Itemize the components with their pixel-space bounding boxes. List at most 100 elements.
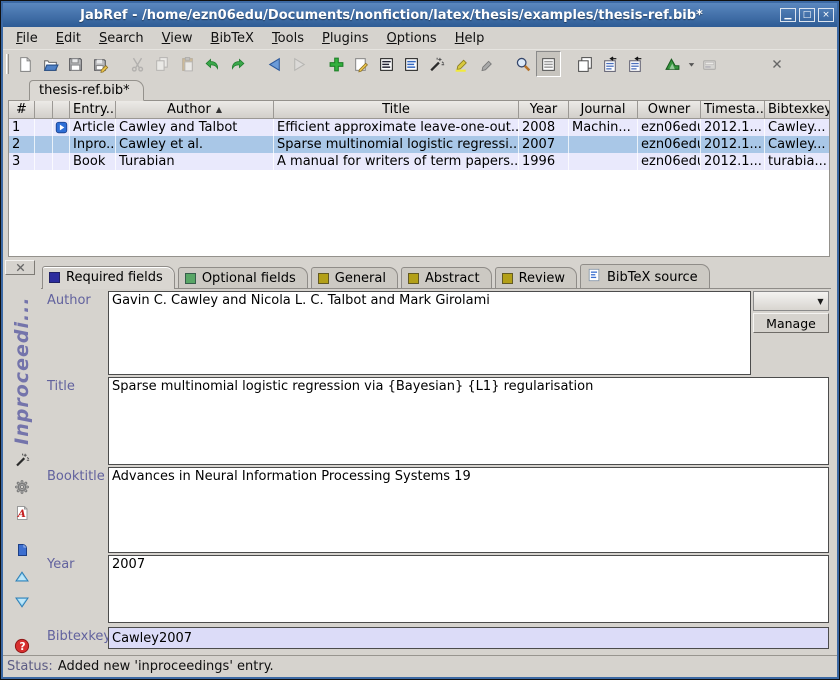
table-cell[interactable]: Turabian xyxy=(116,153,274,170)
author-field[interactable] xyxy=(108,291,751,375)
menu-item-file[interactable]: File xyxy=(7,29,47,48)
table-cell[interactable] xyxy=(569,136,638,153)
table-cell[interactable] xyxy=(35,153,53,170)
search-button[interactable] xyxy=(511,51,536,77)
tab-review[interactable]: Review xyxy=(495,267,577,289)
minimize-button[interactable]: ▁ xyxy=(780,8,796,22)
table-row[interactable]: 2Inpro...Cawley et al.Sparse multinomial… xyxy=(9,136,829,153)
table-cell[interactable]: Book xyxy=(70,153,116,170)
table-cell[interactable]: Efficient approximate leave-one-out... xyxy=(274,119,519,136)
table-cell[interactable] xyxy=(53,136,70,153)
table-cell[interactable]: ezn06edu xyxy=(638,119,701,136)
menu-item-plugins[interactable]: Plugins xyxy=(313,29,378,48)
duplicate-entry-button[interactable] xyxy=(573,51,598,77)
unmark-entries-button[interactable] xyxy=(474,51,499,77)
tab-bibtex-source[interactable]: BibTeX source xyxy=(580,264,710,289)
column-header-entry[interactable]: Entry... xyxy=(70,101,116,119)
column-header-title[interactable]: Title xyxy=(274,101,519,119)
redo-button[interactable] xyxy=(225,51,250,77)
push-to-application-button[interactable] xyxy=(697,51,722,77)
table-cell[interactable] xyxy=(53,153,70,170)
menu-item-bibtex[interactable]: BibTeX xyxy=(202,29,263,48)
table-cell[interactable]: Cawley... xyxy=(765,136,830,153)
author-options-dropdown[interactable]: ▼ xyxy=(753,291,829,311)
table-cell[interactable]: 2007 xyxy=(519,136,569,153)
column-header-author[interactable]: Author▲ xyxy=(116,101,274,119)
save-database-button[interactable] xyxy=(63,51,88,77)
table-cell[interactable] xyxy=(569,153,638,170)
maximize-button[interactable]: □ xyxy=(799,8,815,22)
table-cell[interactable] xyxy=(35,136,53,153)
table-cell[interactable]: Cawley et al. xyxy=(116,136,274,153)
import-into-current-database-button[interactable] xyxy=(623,51,648,77)
cleanup-entries-button[interactable] xyxy=(424,51,449,77)
table-cell[interactable]: ezn06edu xyxy=(638,153,701,170)
close-button[interactable]: × xyxy=(818,8,834,22)
open-pdf-button[interactable]: A xyxy=(10,504,34,522)
column-header-[interactable]: # xyxy=(9,101,35,119)
copy-button[interactable] xyxy=(150,51,175,77)
back-button[interactable] xyxy=(262,51,287,77)
toggle-search-panel-button[interactable] xyxy=(536,51,561,77)
autoset-links-button[interactable] xyxy=(10,478,34,496)
edit-entry-button[interactable] xyxy=(349,51,374,77)
table-cell[interactable]: 2 xyxy=(9,136,35,153)
table-cell[interactable]: 2012.1... xyxy=(701,119,765,136)
tab-required-fields[interactable]: Required fields xyxy=(42,266,175,289)
year-field[interactable] xyxy=(108,555,829,623)
table-cell[interactable]: turabia... xyxy=(765,153,830,170)
open-file-button[interactable] xyxy=(10,541,34,559)
table-cell[interactable]: Machin... xyxy=(569,119,638,136)
close-entry-editor-button[interactable] xyxy=(5,260,35,275)
paste-button[interactable] xyxy=(175,51,200,77)
menu-item-tools[interactable]: Tools xyxy=(263,29,313,48)
table-cell[interactable]: ezn06edu xyxy=(638,136,701,153)
table-cell[interactable]: Sparse multinomial logistic regressi... xyxy=(274,136,519,153)
previous-entry-button[interactable] xyxy=(10,568,34,586)
toggle-preview-button[interactable] xyxy=(399,51,424,77)
help-button[interactable]: ? xyxy=(10,637,34,655)
toolbar-close-button[interactable] xyxy=(764,51,789,77)
import-into-new-database-button[interactable] xyxy=(598,51,623,77)
new-entry-button[interactable] xyxy=(324,51,349,77)
manage-button[interactable]: Manage xyxy=(753,313,829,333)
push-dropdown-arrow-icon[interactable] xyxy=(685,59,697,70)
forward-button[interactable] xyxy=(287,51,312,77)
title-field[interactable] xyxy=(108,377,829,465)
booktitle-field[interactable] xyxy=(108,467,829,553)
table-row[interactable]: 3BookTurabianA manual for writers of ter… xyxy=(9,153,829,170)
table-cell[interactable]: 1996 xyxy=(519,153,569,170)
titlebar[interactable]: JabRef - /home/ezn06edu/Documents/nonfic… xyxy=(3,3,837,27)
tab-optional-fields[interactable]: Optional fields xyxy=(178,267,308,289)
table-cell[interactable]: Article xyxy=(70,119,116,136)
undo-button[interactable] xyxy=(200,51,225,77)
bibtexkey-field[interactable] xyxy=(108,627,829,649)
toolbar-gripper[interactable] xyxy=(6,54,9,74)
menu-item-help[interactable]: Help xyxy=(446,29,494,48)
generate-bibtexkey-button[interactable] xyxy=(10,451,34,469)
table-cell[interactable]: Cawley and Talbot xyxy=(116,119,274,136)
column-header-year[interactable]: Year xyxy=(519,101,569,119)
menu-item-view[interactable]: View xyxy=(153,29,202,48)
next-entry-button[interactable] xyxy=(10,593,34,611)
menu-item-edit[interactable]: Edit xyxy=(47,29,90,48)
database-tab[interactable]: thesis-ref.bib* xyxy=(29,80,144,101)
cut-button[interactable] xyxy=(125,51,150,77)
table-cell[interactable]: 3 xyxy=(9,153,35,170)
open-database-button[interactable] xyxy=(38,51,63,77)
column-header-col1[interactable] xyxy=(35,101,53,119)
table-row[interactable]: 1ArticleCawley and TalbotEfficient appro… xyxy=(9,119,829,136)
menu-item-options[interactable]: Options xyxy=(378,29,446,48)
table-cell[interactable]: 2012.1... xyxy=(701,153,765,170)
column-header-journal[interactable]: Journal xyxy=(569,101,638,119)
table-cell[interactable]: Cawley... xyxy=(765,119,830,136)
mark-entries-button[interactable] xyxy=(449,51,474,77)
save-all-databases-button[interactable] xyxy=(88,51,113,77)
table-cell[interactable]: 2008 xyxy=(519,119,569,136)
column-header-col2[interactable] xyxy=(53,101,70,119)
push-to-lyx-button[interactable] xyxy=(660,51,685,77)
table-cell[interactable]: 2012.1... xyxy=(701,136,765,153)
table-cell[interactable] xyxy=(53,119,70,136)
tab-general[interactable]: General xyxy=(311,267,398,289)
menu-item-search[interactable]: Search xyxy=(90,29,153,48)
